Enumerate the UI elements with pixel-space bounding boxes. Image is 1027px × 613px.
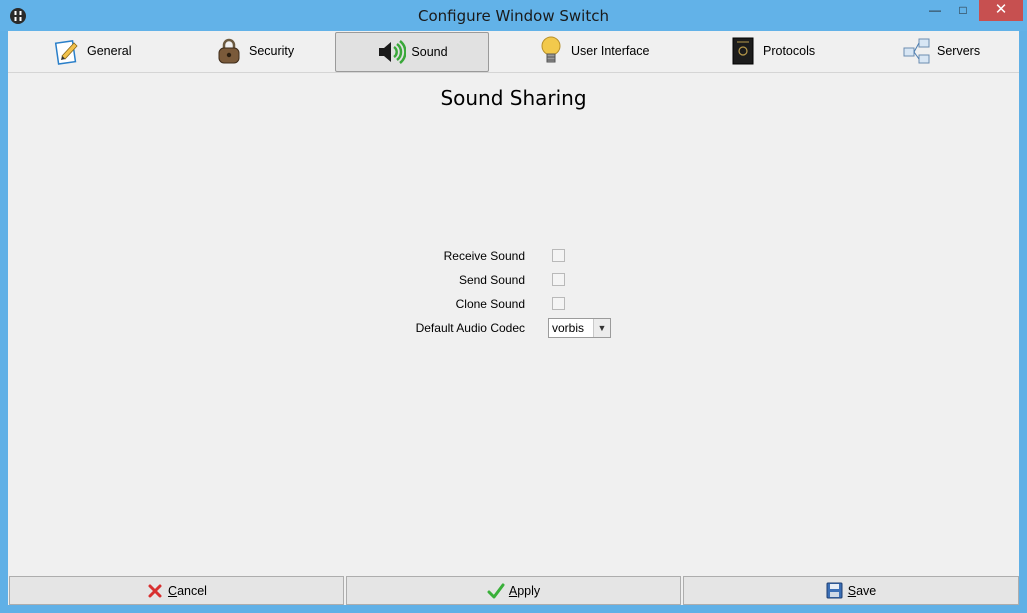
tab-label: Protocols [763,44,816,58]
codec-label: Default Audio Codec [415,321,525,335]
apply-button[interactable]: Apply [346,576,681,605]
close-button[interactable]: ✕ [979,0,1023,21]
button-bar: Cancel Apply Save [8,575,1019,605]
save-mnemonic: S [847,583,857,598]
codec-value: vorbis [552,321,585,335]
padlock-icon [214,36,244,66]
tab-label: General [87,44,132,58]
checkmark-icon [487,582,505,600]
clone-sound-label: Clone Sound [455,297,525,311]
tab-sound[interactable]: Sound [335,32,489,72]
apply-mnemonic: A [508,583,518,598]
cancel-label: ancel [177,583,207,598]
tab-protocols[interactable]: Protocols [728,32,815,70]
codec-select[interactable]: vorbis ▼ [548,318,611,338]
tab-user-interface[interactable]: User Interface [536,32,650,70]
page-title: Sound Sharing [440,86,587,110]
dialog-client: General Security Sound User Interface Pr… [8,31,1019,605]
tab-bar: General Security Sound User Interface Pr… [8,31,1019,73]
edit-doc-icon [52,36,82,66]
tab-label: Sound [411,45,448,59]
chevron-down-icon[interactable]: ▼ [593,319,610,337]
lightbulb-icon [536,36,566,66]
save-button[interactable]: Save [683,576,1019,605]
receive-sound-checkbox[interactable] [552,249,565,262]
cancel-icon [146,582,164,600]
clone-sound-checkbox[interactable] [552,297,565,310]
tab-label: User Interface [571,44,650,58]
network-icon [902,36,932,66]
title-bar: Configure Window Switch — □ ✕ [0,0,1027,31]
tab-servers[interactable]: Servers [902,32,980,70]
cancel-button[interactable]: Cancel [9,576,344,605]
save-label: ave [856,583,877,598]
apply-label: pply [517,583,541,598]
send-sound-checkbox[interactable] [552,273,565,286]
tab-label: Servers [937,44,981,58]
receive-sound-label: Receive Sound [443,249,525,263]
maximize-button[interactable]: □ [948,0,978,21]
minimize-button[interactable]: — [920,0,950,21]
tab-label: Security [249,44,295,58]
tab-security[interactable]: Security [214,32,294,70]
passport-icon [728,36,758,66]
send-sound-label: Send Sound [458,273,525,287]
tab-general[interactable]: General [52,32,131,70]
floppy-disk-icon [826,582,844,600]
cancel-mnemonic: C [168,583,178,598]
window-title: Configure Window Switch [418,7,609,25]
speaker-icon [376,37,407,67]
